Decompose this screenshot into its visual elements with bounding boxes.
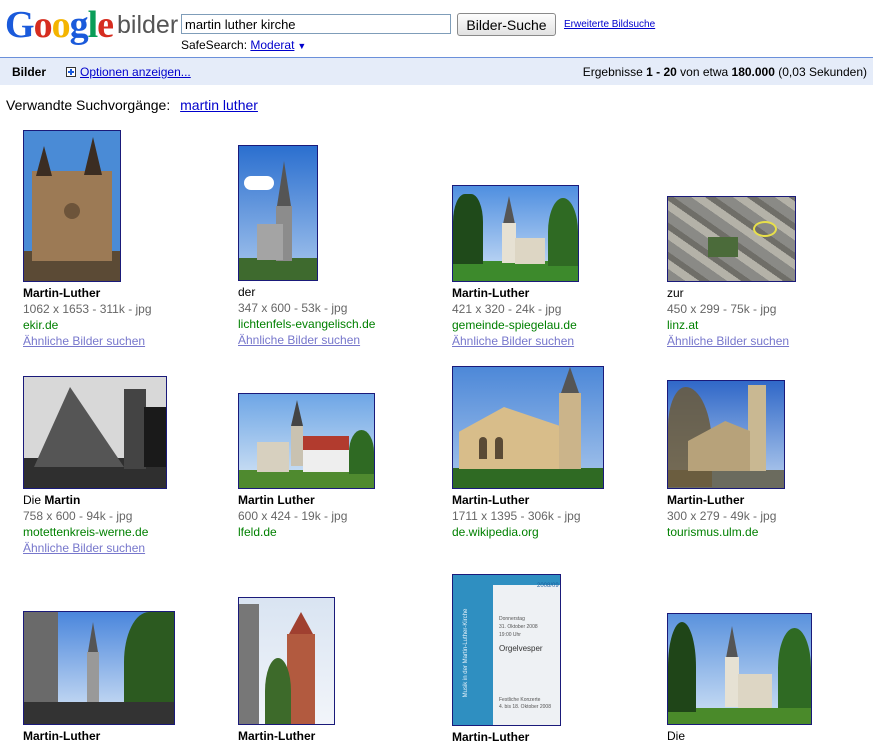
result-dims: 1062 x 1653 - 311k - jpg [23,302,152,316]
google-logo-text: Google [5,4,114,46]
result-title-bold: Martin Luther [238,493,315,507]
image-result-6: Martin Luther 600 x 424 - 19k - jpg lfel… [238,393,375,540]
show-options-link[interactable]: Optionen anzeigen... [80,65,191,79]
thumbnail-10[interactable] [238,597,335,725]
dropdown-arrow-icon[interactable]: ▼ [297,41,306,51]
similar-images-link[interactable]: Ähnliche Bilder suchen [23,540,167,556]
result-domain: gemeinde-spiegelau.de [452,318,577,332]
search-input[interactable] [181,14,451,34]
safesearch-label: SafeSearch: [181,38,248,52]
thumbnail-11[interactable]: 2008/09 Donnerstag 31. Oktober 2008 19:0… [452,574,561,726]
thumbnail-4[interactable] [667,196,796,282]
result-dims: 1711 x 1395 - 306k - jpg [452,509,581,523]
image-result-8: Martin-Luther 300 x 279 - 49k - jpg tour… [667,380,785,540]
stats-mid: von etwa [680,65,729,79]
poster-line-1: Donnerstag [499,616,525,622]
bar-title: Bilder [12,65,47,79]
thumbnail-6[interactable] [238,393,375,489]
thumbnail-5[interactable] [23,376,167,489]
safesearch: SafeSearch: Moderat ▼ [181,38,306,52]
result-domain: lfeld.de [238,525,277,539]
show-options-toggle[interactable]: Optionen anzeigen... [66,65,191,79]
similar-images-link[interactable]: Ähnliche Bilder suchen [667,333,796,349]
image-result-10: Martin-Luther [238,597,335,744]
thumbnail-2[interactable] [238,145,318,281]
safesearch-value-link[interactable]: Moderat [250,38,294,52]
advanced-image-search-link[interactable]: Erweiterte Bildsuche [564,19,655,30]
thumbnail-9[interactable] [23,611,175,725]
similar-images-link[interactable]: Ähnliche Bilder suchen [452,333,579,349]
image-result-1: Martin-Luther 1062 x 1653 - 311k - jpg e… [23,130,152,349]
results-stats: Ergebnisse 1 - 20 von etwa 180.000 (0,03… [583,65,867,79]
thumbnail-1[interactable] [23,130,121,282]
google-bilder-logo[interactable]: Google bilder [5,4,178,46]
result-domain: linz.at [667,318,699,332]
poster-line-2: 31. Oktober 2008 [499,624,538,630]
result-dims: 347 x 600 - 53k - jpg [238,301,348,315]
result-title-bold: Martin-Luther [452,730,530,744]
result-domain: lichtenfels-evangelisch.de [238,317,376,331]
result-title-plain: Die [23,493,45,507]
result-title-bold: Martin [44,493,81,507]
image-result-4: zur 450 x 299 - 75k - jpg linz.at Ähnlic… [667,196,796,349]
image-result-7: Martin-Luther 1711 x 1395 - 306k - jpg d… [452,366,604,540]
image-result-2: der 347 x 600 - 53k - jpg lichtenfels-ev… [238,145,375,348]
thumbnail-7[interactable] [452,366,604,489]
result-dims: 300 x 279 - 49k - jpg [667,509,777,523]
bilder-logo-text: bilder [117,11,179,39]
result-dims: 421 x 320 - 24k - jpg [452,302,562,316]
result-domain: tourismus.ulm.de [667,525,759,539]
result-domain: motettenkreis-werne.de [23,525,149,539]
result-title-bold: Martin-Luther [452,493,530,507]
result-title-bold: Martin-Luther [452,286,530,300]
results-bar: Bilder Optionen anzeigen... Ergebnisse 1… [0,57,873,85]
similar-images-link[interactable]: Ähnliche Bilder suchen [23,333,152,349]
stats-total: 180.000 [731,65,775,79]
related-searches: Verwandte Suchvorgänge: martin luther [6,97,258,113]
result-dims: 758 x 600 - 94k - jpg [23,509,133,523]
related-link-martin-luther[interactable]: martin luther [180,97,258,113]
result-domain: de.wikipedia.org [452,525,539,539]
poster-line-4: Orgelvesper [499,644,543,653]
result-title-bold: Martin-Luther [23,286,101,300]
bilder-search-button[interactable]: Bilder-Suche [457,13,556,36]
result-title-bold: Martin-Luther [667,493,745,507]
result-domain: ekir.de [23,318,59,332]
poster-footer-2: 4. bis 18. Oktober 2008 [499,704,551,710]
similar-images-link[interactable]: Ähnliche Bilder suchen [238,332,375,348]
result-dims: 450 x 299 - 75k - jpg [667,302,777,316]
image-result-12: Die [667,613,812,744]
poster-side-text: Musik in der Martin-Luther-Kirche [463,608,469,698]
poster-footer-1: Festliche Konzerte [499,697,541,703]
poster-year: 2008/09 [537,583,559,589]
related-label: Verwandte Suchvorgänge: [6,97,171,113]
stats-range: 1 - 20 [646,65,677,79]
thumbnail-8[interactable] [667,380,785,489]
image-result-11: 2008/09 Donnerstag 31. Oktober 2008 19:0… [452,574,561,745]
plus-icon[interactable] [66,67,76,77]
thumbnail-12[interactable] [667,613,812,725]
poster-line-3: 19:00 Uhr [499,632,521,638]
stats-prefix: Ergebnisse [582,65,643,79]
result-title-plain: zur [667,286,684,300]
result-title-plain: der [238,285,256,299]
image-result-9: Martin-Luther [23,611,175,744]
image-result-3: Martin-Luther 421 x 320 - 24k - jpg geme… [452,185,579,349]
result-dims: 600 x 424 - 19k - jpg [238,509,348,523]
stats-time: (0,03 Sekunden) [778,65,867,79]
image-result-5: Die Martin 758 x 600 - 94k - jpg motette… [23,376,167,556]
thumbnail-3[interactable] [452,185,579,282]
